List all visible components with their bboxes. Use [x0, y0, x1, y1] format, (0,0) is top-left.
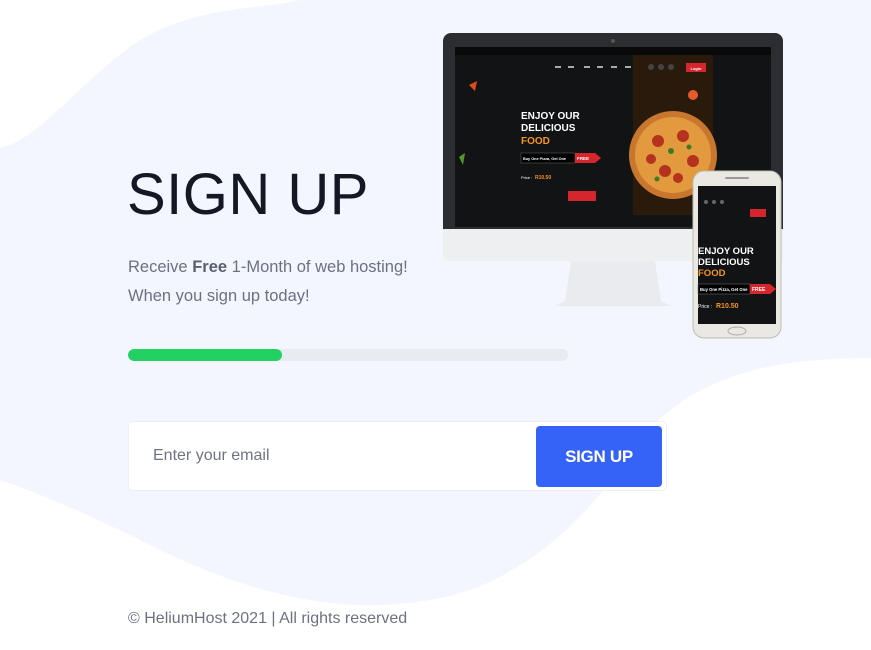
subtitle: Receive Free 1-Month of web hosting! Whe… [128, 253, 408, 311]
mockup-headline-1: ENJOY OUR [521, 111, 580, 122]
phone-offer-badge: FREE [752, 287, 766, 293]
signup-form: SIGN UP [128, 421, 667, 491]
footer-copyright: © HeliumHost 2021 | All rights reserved [128, 610, 408, 627]
subtitle-line2: When you sign up today! [128, 287, 310, 305]
mockup-offer-badge: FREE [577, 156, 589, 161]
mockup-login-label: Login [691, 66, 702, 71]
progress-bar [128, 349, 568, 361]
phone-price: R10.50 [716, 303, 739, 310]
subtitle-prefix: Receive [128, 258, 193, 276]
phone-headline-3: FOOD [698, 268, 726, 279]
mockup-price: R10.50 [535, 175, 551, 181]
progress-fill [128, 349, 282, 361]
mockup-price-label: Price : [521, 175, 532, 180]
phone-mockup-image: ENJOY OUR DELICIOUS FOOD Buy One Pizza, … [692, 170, 782, 339]
mockup-offer: Buy One Pizza, Get One [523, 157, 566, 161]
signup-button[interactable]: SIGN UP [536, 426, 662, 487]
subtitle-suffix: 1-Month of web hosting! [227, 258, 408, 276]
phone-headline-1: ENJOY OUR [698, 246, 754, 257]
mockup-headline-2: DELICIOUS [521, 123, 576, 134]
mockup-headline-3: FOOD [521, 136, 550, 147]
page-title: SIGN UP [127, 162, 369, 227]
subtitle-bold: Free [192, 258, 228, 276]
phone-price-label: Price : [698, 304, 712, 310]
email-input[interactable] [143, 432, 543, 480]
phone-headline-2: DELICIOUS [698, 257, 750, 268]
phone-offer: Buy One Pizza, Get One [700, 287, 748, 292]
